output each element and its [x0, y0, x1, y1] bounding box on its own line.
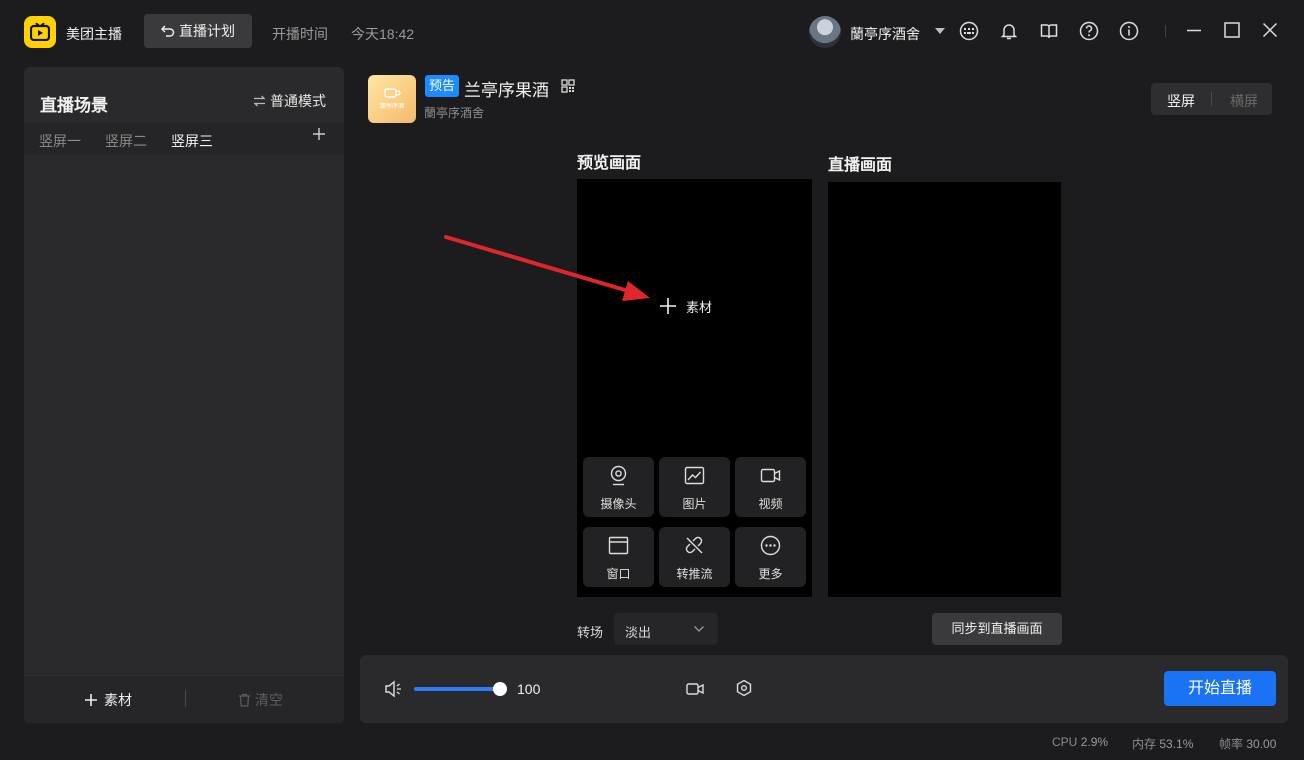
video-camera-icon[interactable] [686, 680, 704, 698]
close-icon[interactable] [1260, 20, 1280, 40]
clear-button[interactable]: 清空 [238, 690, 283, 710]
title-bar: 美团主播 直播计划 开播时间 今天18:42 蘭亭序酒舍 [0, 0, 1304, 64]
add-material-button[interactable]: 素材 [84, 690, 132, 710]
window-icon [608, 536, 629, 555]
sync-to-live-button[interactable]: 同步到直播画面 [932, 613, 1062, 645]
cup-icon [384, 88, 401, 98]
mode-switch-label: 普通模式 [270, 93, 326, 109]
source-more-label: 更多 [758, 567, 783, 581]
orientation-landscape[interactable]: 横屏 [1230, 91, 1258, 111]
source-restream-label: 转推流 [676, 567, 713, 581]
scene-panel: 直播场景 普通模式 竖屏一 竖屏二 竖屏三 素材 清空 [24, 67, 344, 723]
camera-icon [610, 465, 627, 486]
source-video-label: 视频 [758, 497, 783, 511]
bell-icon[interactable] [999, 21, 1019, 41]
live-plan-button[interactable]: 直播计划 [144, 14, 252, 48]
start-time-label: 开播时间 [272, 26, 328, 42]
memory-label: 内存 [1132, 737, 1157, 751]
source-video-button[interactable]: 视频 [735, 457, 806, 517]
info-icon[interactable] [1119, 21, 1139, 41]
status-badge: 预告 [425, 75, 460, 97]
source-image-button[interactable]: 图片 [659, 457, 730, 517]
room-cover-text: 蘭亭序酒 [379, 104, 404, 110]
swap-icon [253, 95, 266, 107]
plus-icon [660, 298, 676, 314]
preview-canvas[interactable]: 摄像头 图片 视频 窗口 转推流 更多 [577, 179, 812, 597]
scene-panel-title: 直播场景 [40, 96, 108, 115]
qrcode-icon[interactable] [561, 79, 575, 93]
live-canvas [828, 182, 1061, 597]
tv-logo-icon [24, 16, 56, 48]
tab-scene-2[interactable]: 竖屏二 [105, 131, 147, 151]
room-title: 兰亭序果酒 [464, 81, 549, 100]
trash-icon [239, 693, 250, 707]
image-icon [684, 466, 705, 485]
start-time-value: 今天18:42 [351, 26, 415, 42]
book-icon[interactable] [1039, 21, 1059, 41]
room-subtitle: 蘭亭序酒舍 [424, 106, 485, 120]
live-plan-label: 直播计划 [179, 23, 235, 39]
user-name[interactable]: 蘭亭序酒舍 [850, 24, 920, 44]
source-image-label: 图片 [682, 497, 707, 511]
tab-scene-3[interactable]: 竖屏三 [171, 131, 213, 151]
fps-label: 帧率 [1219, 737, 1244, 751]
memory-status: 内存 53.1% [1132, 735, 1193, 752]
volume-slider-handle[interactable] [493, 682, 507, 696]
volume-value: 100 [517, 681, 541, 697]
cpu-status: CPU 2.9% [1052, 735, 1108, 749]
live-title: 直播画面 [828, 157, 893, 174]
maximize-icon[interactable] [1222, 20, 1242, 40]
keyboard-icon[interactable] [959, 21, 979, 41]
control-bar: 100 开始直播 [360, 655, 1288, 723]
video-icon [760, 468, 781, 483]
divider [1165, 25, 1166, 37]
scene-panel-footer: 素材 清空 [24, 675, 344, 723]
app-name: 美团主播 [66, 26, 122, 42]
source-more-button[interactable]: 更多 [735, 527, 806, 587]
cpu-label: CPU [1052, 735, 1078, 749]
undo-arrow-icon [161, 25, 175, 37]
more-icon [760, 535, 781, 556]
minimize-icon[interactable] [1184, 20, 1204, 40]
help-icon[interactable] [1079, 21, 1099, 41]
volume-slider-track[interactable] [414, 687, 500, 691]
add-scene-icon[interactable] [312, 127, 326, 141]
source-camera-label: 摄像头 [600, 497, 637, 511]
add-material-label: 素材 [104, 692, 132, 708]
source-window-button[interactable]: 窗口 [583, 527, 654, 587]
mode-switch-button[interactable]: 普通模式 [253, 91, 326, 111]
tab-scene-1[interactable]: 竖屏一 [39, 131, 81, 151]
clear-label: 清空 [255, 692, 283, 708]
divider [185, 690, 186, 706]
cpu-value: 2.9% [1080, 735, 1109, 749]
fps-status: 帧率 30.00 [1219, 735, 1276, 752]
avatar[interactable] [809, 16, 841, 48]
chevron-down-icon [694, 626, 704, 632]
source-camera-button[interactable]: 摄像头 [583, 457, 654, 517]
settings-icon[interactable] [735, 679, 753, 697]
orientation-portrait[interactable]: 竖屏 [1167, 91, 1195, 111]
source-window-label: 窗口 [606, 567, 631, 581]
fps-value: 30.00 [1246, 737, 1277, 751]
add-material-center-button[interactable]: 素材 [658, 296, 712, 316]
orientation-toggle: 竖屏 横屏 [1151, 83, 1272, 115]
source-restream-button[interactable]: 转推流 [659, 527, 730, 587]
transition-label: 转场 [577, 625, 604, 640]
room-cover-image[interactable]: 蘭亭序酒 [368, 75, 416, 123]
add-material-center-label: 素材 [686, 299, 713, 315]
preview-title: 预览画面 [577, 155, 642, 172]
transition-select[interactable]: 淡出 [614, 613, 718, 645]
plus-icon [85, 694, 97, 706]
chevron-down-icon[interactable] [935, 28, 945, 34]
divider [1211, 92, 1212, 106]
start-live-button[interactable]: 开始直播 [1164, 671, 1276, 706]
volume-icon[interactable] [384, 680, 404, 698]
memory-value: 53.1% [1159, 737, 1194, 751]
link-icon [685, 536, 703, 554]
transition-value: 淡出 [625, 625, 652, 640]
